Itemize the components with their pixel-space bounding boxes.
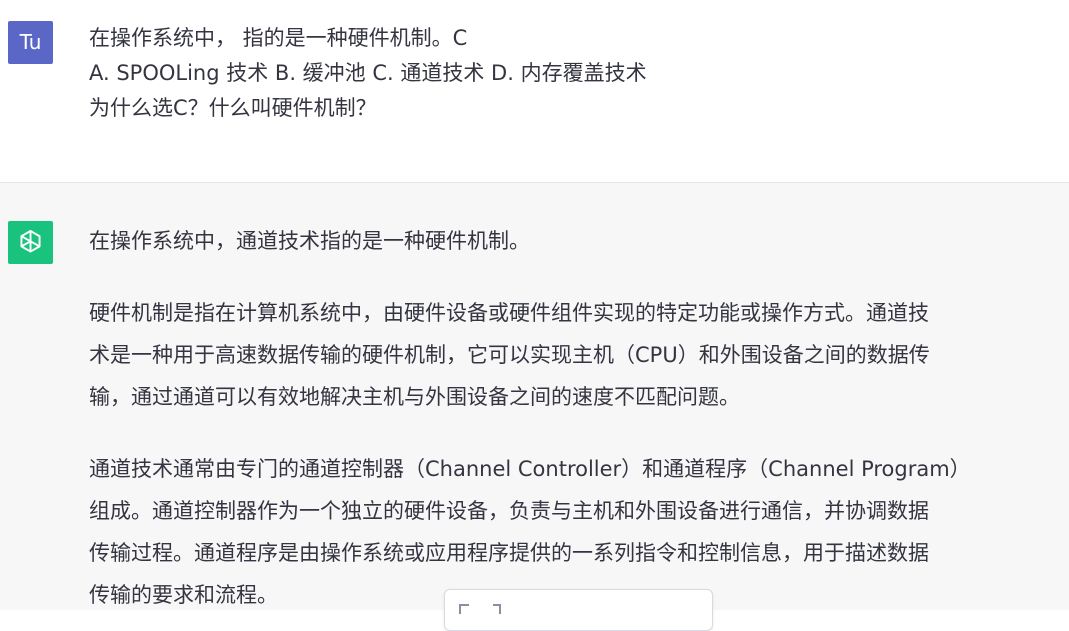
user-avatar: Tu — [8, 21, 53, 64]
popup-glyph-icon — [493, 604, 501, 614]
user-message-line: 为什么选C？什么叫硬件机制？ — [89, 96, 377, 120]
user-message: Tu 在操作系统中， 指的是一种硬件机制。C A. SPOOLing 技术 B.… — [0, 0, 1069, 183]
assistant-paragraph-line: 通道技术通常由专门的通道控制器（Channel Controller）和通道程序… — [89, 457, 971, 481]
assistant-paragraph-line: 在操作系统中，通道技术指的是一种硬件机制。 — [89, 229, 530, 253]
assistant-message: 在操作系统中，通道技术指的是一种硬件机制。 硬件机制是指在计算机系统中，由硬件设… — [0, 183, 1069, 631]
popup-glyph-icon — [459, 604, 469, 614]
assistant-paragraph-line: 输，通过通道可以有效地解决主机与外围设备之间的速度不匹配问题。 — [89, 385, 740, 409]
assistant-paragraph-line: 传输过程。通道程序是由操作系统或应用程序提供的一系列指令和控制信息，用于描述数据 — [89, 541, 929, 565]
assistant-paragraph-line: 组成。通道控制器作为一个独立的硬件设备，负责与主机和外围设备进行通信，并协调数据 — [89, 499, 929, 523]
assistant-paragraph-line: 术是一种用于高速数据传输的硬件机制，它可以实现主机（CPU）和外围设备之间的数据… — [89, 343, 930, 367]
floating-popup[interactable] — [444, 589, 713, 631]
user-message-line: A. SPOOLing 技术 B. 缓冲池 C. 通道技术 D. 内存覆盖技术 — [89, 61, 647, 85]
user-message-line: 在操作系统中， 指的是一种硬件机制。C — [89, 26, 468, 50]
openai-logo-icon — [8, 221, 53, 264]
assistant-paragraph-line: 硬件机制是指在计算机系统中，由硬件设备或硬件组件实现的特定功能或操作方式。通道技 — [89, 301, 929, 325]
